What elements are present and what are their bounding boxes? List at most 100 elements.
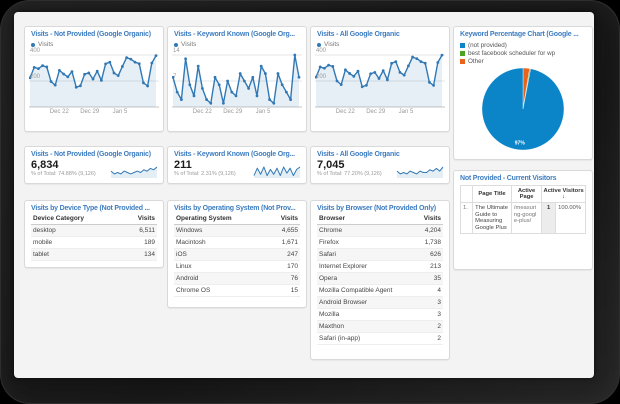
widget-title[interactable]: Visits by Device Type (Not Provided ...	[25, 201, 163, 213]
table-cell-name: Chrome OS	[174, 284, 267, 297]
table-row: Android 76	[174, 272, 300, 285]
table-widget-operating-system: Visits by Operating System (Not Prov... …	[167, 200, 307, 308]
active-visitors-count: 1	[541, 202, 557, 234]
legend-label: Visits	[38, 41, 54, 48]
table-widget-device-type: Visits by Device Type (Not Provided ... …	[24, 200, 164, 268]
widget-title[interactable]: Keyword Percentage Chart (Google ...	[454, 27, 592, 39]
widget-title[interactable]: Visits by Browser (Not Provided Only)	[311, 201, 449, 213]
pie-legend-item: best facebook scheduler for wp	[460, 49, 586, 57]
table-cell-name: Chrome	[317, 224, 416, 237]
table-row: Safari 626	[317, 248, 443, 261]
table-row: Chrome 4,204	[317, 224, 443, 237]
table-cell-visits: 4	[415, 284, 443, 297]
pie-chart: 97%	[454, 65, 592, 153]
sparkline	[396, 166, 444, 178]
line-chart-plot: 400 200	[29, 48, 159, 108]
table-row: Linux 170	[174, 260, 300, 273]
table-row: Macintosh 1,671	[174, 236, 300, 249]
table-row: Android Browser 3	[317, 296, 443, 309]
table-header-row: Browser Visits	[317, 214, 443, 225]
table-cell-name: Android	[174, 272, 267, 285]
table-row: Safari (in-app) 2	[317, 332, 443, 345]
table-header-index	[459, 185, 474, 203]
table-header-cell: Operating System	[174, 214, 267, 225]
x-axis-tick-label: Jan 5	[255, 109, 271, 115]
operating-system-table: Operating System Visits Windows 4,655 Macint…	[174, 214, 300, 297]
table-cell-name: mobile	[31, 236, 121, 249]
table-header-row: Device Category Visits	[31, 214, 157, 225]
widget-title[interactable]: Not Provided - Current Visitors	[454, 171, 592, 183]
x-axis-ticks: Dec 22 Dec 29 Jan 5	[315, 108, 445, 117]
table-cell-visits: 170	[266, 260, 300, 273]
legend-swatch-icon	[460, 50, 465, 56]
table-cell-visits: 4,655	[266, 224, 300, 237]
pie-legend-label: (not provided)	[468, 41, 507, 49]
legend-swatch-icon	[460, 58, 465, 64]
table-row: iOS 247	[174, 248, 300, 261]
widget-title[interactable]: Visits - Keyword Known (Google Org...	[168, 27, 306, 39]
legend-swatch-icon	[460, 42, 465, 48]
x-axis-tick-label: Dec 29	[366, 109, 386, 115]
table-cell-name: tablet	[31, 248, 121, 261]
table-header-cell: Visits	[266, 214, 300, 225]
page-title-cell: The Ultimate Guide to Measuring Google P…	[472, 202, 512, 234]
y-axis-tick-label: 400	[30, 48, 41, 54]
widget-title[interactable]: Visits - Not Provided (Google Organic)	[25, 147, 163, 159]
table-cell-visits: 626	[415, 248, 443, 261]
x-axis-tick-label: Dec 29	[223, 109, 243, 115]
table-row: Internet Explorer 213	[317, 260, 443, 273]
current-visitors-table: Page Title Active Page Active Visitors ↓…	[459, 185, 586, 234]
pie-legend-label: best facebook scheduler for wp	[468, 49, 556, 57]
table-cell-name: Safari (in-app)	[317, 332, 416, 345]
dashboard-panel: Visits - Not Provided (Google Organic) V…	[14, 12, 594, 378]
table-header-page-title: Page Title	[472, 185, 512, 203]
table-row: Maxthon 2	[317, 320, 443, 333]
pie-legend-item: (not provided)	[460, 41, 586, 49]
table-cell-visits: 76	[266, 272, 300, 285]
metric-widget-all-organic: Visits - All Google Organic 7,045 % of T…	[310, 146, 450, 184]
widget-title[interactable]: Visits by Operating System (Not Prov...	[168, 201, 306, 213]
pie-legend-item: Other	[460, 57, 586, 65]
current-visitors-widget: Not Provided - Current Visitors Page Tit…	[453, 170, 593, 270]
x-axis-tick-label: Jan 5	[398, 109, 414, 115]
widget-title[interactable]: Visits - Keyword Known (Google Org...	[168, 147, 306, 159]
table-cell-visits: 213	[415, 260, 443, 273]
legend-dot-icon	[31, 42, 35, 47]
table-cell-visits: 3	[415, 296, 443, 309]
table-row: Opera 35	[317, 272, 443, 285]
chart-legend: Visits	[168, 39, 306, 49]
table-cell-name: Mozilla Compatible Agent	[317, 284, 416, 297]
table-row: 1. The Ultimate Guide to Measuring Googl…	[459, 202, 586, 234]
table-header-cell: Visits	[415, 214, 443, 225]
y-axis-tick-label: 400	[316, 48, 327, 54]
table-cell-name: Internet Explorer	[317, 260, 416, 273]
table-cell-name: Opera	[317, 272, 416, 285]
table-cell-name: Windows	[174, 224, 267, 237]
browser-table: Browser Visits Chrome 4,204 Firefox 1,738 Safa…	[317, 214, 443, 345]
table-row: desktop 6,511	[31, 224, 157, 237]
y-axis-tick-label: 14	[173, 48, 180, 54]
x-axis-tick-label: Dec 29	[80, 109, 100, 115]
table-header-cell: Browser	[317, 214, 416, 225]
table-cell-visits: 3	[415, 308, 443, 321]
table-cell-name: Maxthon	[317, 320, 416, 333]
y-axis-tick-label: 7	[173, 74, 177, 80]
x-axis-tick-label: Jan 5	[112, 109, 128, 115]
widget-title[interactable]: Visits - All Google Organic	[311, 27, 449, 39]
widget-title[interactable]: Visits - All Google Organic	[311, 147, 449, 159]
legend-dot-icon	[317, 42, 321, 47]
table-header-active-visitors-sort[interactable]: Active Visitors ↓	[541, 185, 586, 203]
metric-widget-keyword-known: Visits - Keyword Known (Google Org... 21…	[167, 146, 307, 184]
widget-title[interactable]: Visits - Not Provided (Google Organic)	[25, 27, 163, 39]
table-header-row: Page Title Active Page Active Visitors ↓	[459, 185, 586, 203]
y-axis-tick-label: 200	[316, 74, 327, 80]
device-type-table: Device Category Visits desktop 6,511 mobile 1…	[31, 214, 157, 261]
table-cell-visits: 6,511	[120, 224, 157, 237]
table-cell-visits: 247	[266, 248, 300, 261]
row-index: 1.	[459, 202, 474, 234]
table-cell-name: desktop	[31, 224, 121, 237]
table-cell-visits: 1,671	[266, 236, 300, 249]
pie-legend-label: Other	[468, 57, 484, 65]
table-cell-name: Android Browser	[317, 296, 416, 309]
chart-widget-not-provided: Visits - Not Provided (Google Organic) V…	[24, 26, 164, 132]
